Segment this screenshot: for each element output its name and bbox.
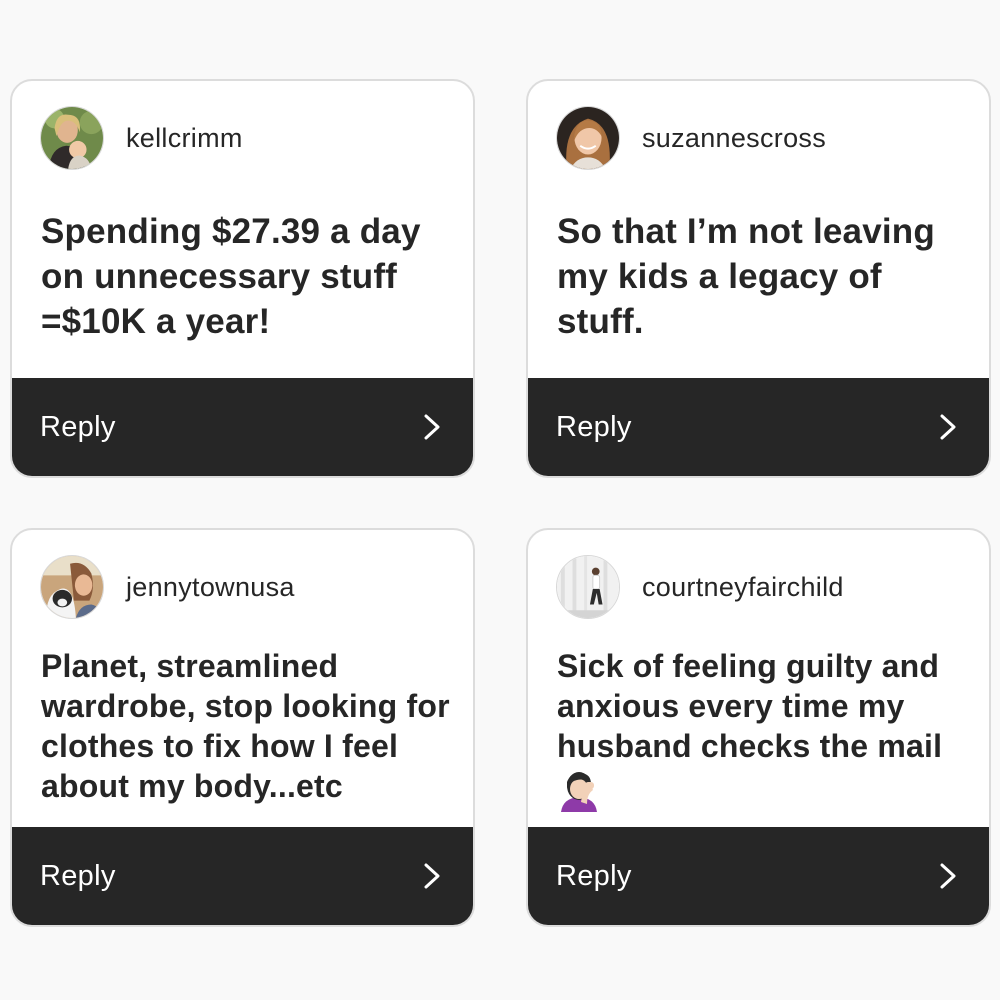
profile-photo-icon (41, 556, 103, 618)
reply-button[interactable]: Reply (12, 827, 473, 925)
reply-button[interactable]: Reply (528, 378, 989, 476)
username[interactable]: courtneyfairchild (642, 572, 844, 603)
card-header: courtneyfairchild (556, 554, 844, 620)
avatar[interactable] (556, 555, 620, 619)
avatar[interactable] (556, 106, 620, 170)
reply-button[interactable]: Reply (12, 378, 473, 476)
question-response-card: suzannescross So that I’m not leaving my… (526, 79, 991, 478)
avatar[interactable] (40, 555, 104, 619)
profile-photo-icon (557, 107, 619, 169)
response-text: Planet, streamlined wardrobe, stop looki… (41, 648, 450, 804)
reply-button[interactable]: Reply (528, 827, 989, 925)
username[interactable]: kellcrimm (126, 123, 243, 154)
card-header: kellcrimm (40, 105, 243, 171)
response-text: So that I’m not leaving my kids a legacy… (557, 212, 935, 341)
chevron-right-icon (940, 863, 956, 889)
face-palm-emoji (561, 772, 597, 812)
chevron-right-icon (424, 414, 440, 440)
reply-label: Reply (556, 410, 632, 443)
chevron-right-icon (940, 414, 956, 440)
reply-label: Reply (556, 859, 632, 892)
profile-photo-icon (557, 556, 619, 618)
response-text: Sick of feeling guilty and anxious every… (557, 646, 977, 812)
response-text-body: Sick of feeling guilty and anxious every… (557, 648, 943, 764)
question-response-card: kellcrimm Spending $27.39 a day on unnec… (10, 79, 475, 478)
chevron-right-icon (424, 863, 440, 889)
question-response-card: jennytownusa Planet, streamlined wardrob… (10, 528, 475, 927)
profile-photo-icon (41, 107, 103, 169)
avatar[interactable] (40, 106, 104, 170)
username[interactable]: suzannescross (642, 123, 826, 154)
response-text: Spending $27.39 a day on unnecessary stu… (41, 212, 421, 341)
question-response-card: courtneyfairchild Sick of feeling guilty… (526, 528, 991, 927)
reply-label: Reply (40, 410, 116, 443)
card-header: suzannescross (556, 105, 826, 171)
username[interactable]: jennytownusa (126, 572, 295, 603)
card-header: jennytownusa (40, 554, 295, 620)
reply-label: Reply (40, 859, 116, 892)
